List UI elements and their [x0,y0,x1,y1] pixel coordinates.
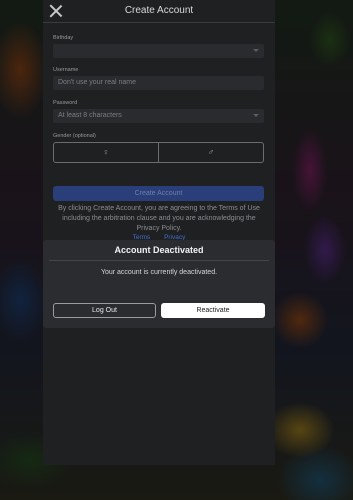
create-account-button[interactable]: Create Account [53,186,264,201]
dialog-message: Your account is currently deactivated. [100,269,218,276]
page-title: Create Account [124,5,194,16]
gender-label: Gender (optional) [53,133,96,139]
account-deactivated-dialog: Account Deactivated Your account is curr… [43,240,275,328]
dialog-divider [49,260,269,261]
dialog-title: Account Deactivated [114,245,204,255]
terms-text: By clicking Create Account, you are agre… [58,205,260,232]
gender-selector: ♀ ♂ [53,142,264,163]
username-field[interactable]: Don't use your real name [53,76,264,90]
birthday-label: Birthday [53,35,74,41]
gender-female-button[interactable]: ♀ [54,143,159,162]
male-icon: ♂ [207,147,215,157]
chevron-down-icon [253,114,259,117]
username-label: Username [53,67,79,73]
panel-header: Create Account [43,0,275,23]
create-account-panel: Create Account Birthday Username Don't u… [43,0,275,465]
chevron-down-icon [253,49,259,52]
gender-male-button[interactable]: ♂ [159,143,263,162]
password-field[interactable]: At least 8 characters [53,109,264,123]
log-out-button[interactable]: Log Out [53,303,156,318]
password-placeholder: At least 8 characters [58,112,122,119]
birthday-select[interactable] [53,44,264,58]
reactivate-button[interactable]: Reactivate [161,303,265,318]
password-label: Password [53,100,78,106]
female-icon: ♀ [102,147,110,157]
